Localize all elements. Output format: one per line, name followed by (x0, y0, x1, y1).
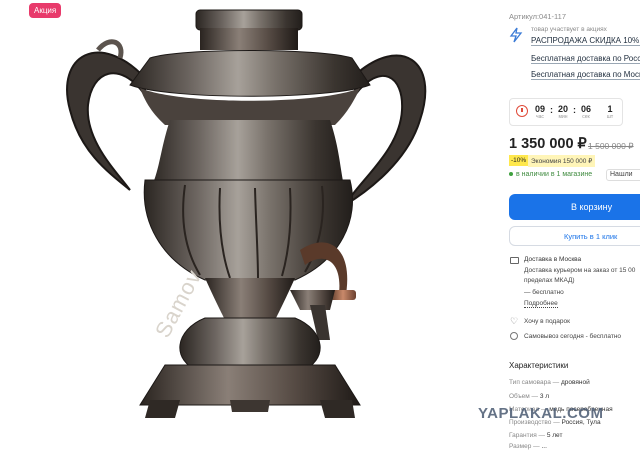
timer-separator: : (550, 105, 553, 115)
char-value: 3 л (539, 393, 550, 400)
stock-status[interactable]: в наличии в 1 магазине (509, 171, 592, 178)
found-cheaper-button[interactable]: Нашли (606, 169, 640, 181)
delivery-title: Доставка в Москва (524, 256, 582, 263)
timer-seconds: 06 сек (578, 104, 594, 120)
char-name: Объем (509, 393, 530, 400)
add-to-cart-button[interactable]: В корзину (509, 194, 640, 220)
char-name: Гарантия (509, 432, 537, 439)
timer-hours-label: час (536, 114, 544, 120)
site-watermark: YAPLAKAL.COM (478, 405, 604, 422)
gift-link[interactable]: Хочу в подарок (524, 317, 570, 326)
char-name: Тип самовара (509, 379, 551, 386)
heart-icon: ♡ (510, 316, 519, 326)
promo-hint: товар участвует в акциях (531, 26, 607, 33)
saving-badge: Экономия 150 000 ₽ (528, 155, 596, 167)
characteristics-title: Характеристики (509, 361, 569, 370)
char-value: ... (541, 443, 547, 450)
delivery-line2: пределах МКАД) (524, 277, 575, 284)
pickup-info: Самовывоз сегодня - бесплатно (524, 333, 622, 340)
product-photo[interactable]: Samov Акция (0, 0, 500, 448)
timer-seconds-value: 06 (580, 104, 591, 114)
promo-link-sale[interactable]: РАСПРОДАЖА СКИДКА 10%! (531, 36, 640, 46)
char-row: Тип самовара — дровяной (509, 379, 590, 386)
delivery-more-wrap: Подробнее (524, 299, 558, 308)
sale-badge: Акция (29, 3, 62, 18)
buy-one-click-button[interactable]: Купить в 1 клик (509, 226, 640, 246)
stock-dot-icon (509, 172, 513, 177)
clock-icon (516, 105, 528, 117)
timer-hours-value: 09 (534, 104, 545, 114)
lightning-icon (509, 27, 523, 43)
char-value: дровяной (560, 379, 590, 386)
article-number: Артикул:041-117 (509, 12, 567, 21)
promo-link-russia[interactable]: Бесплатная доставка по Росс (531, 54, 640, 64)
timer-hours: 09 час (532, 104, 548, 120)
timer-quantity-label: шт (606, 114, 614, 120)
location-icon (510, 332, 518, 340)
current-price: 1 350 000 ₽ (509, 136, 587, 152)
countdown-timer: 09 час : 20 мин : 06 сек 1 шт (509, 98, 623, 126)
char-row: Гарантия — 5 лет (509, 432, 563, 439)
timer-minutes-label: мин (558, 114, 568, 120)
discount-badge: -10% (509, 155, 529, 166)
samovar-image (66, 9, 427, 418)
timer-minutes: 20 мин (555, 104, 571, 120)
stock-label: в наличии в 1 магазине (516, 171, 593, 178)
char-row: Размер — ... (509, 443, 547, 450)
timer-quantity: 1 шт (602, 104, 618, 120)
timer-quantity-value: 1 (607, 104, 613, 114)
delivery-line3: — бесплатно (524, 289, 564, 296)
product-info-panel: Артикул:041-117 товар участвует в акциях… (500, 0, 640, 450)
truck-icon (510, 257, 519, 264)
timer-seconds-label: сек (582, 114, 590, 120)
char-value: 5 лет (546, 432, 563, 439)
delivery-more-link[interactable]: Подробнее (524, 300, 558, 308)
timer-separator: : (573, 105, 576, 115)
delivery-line1: Доставка курьером на заказ от 15 00 (524, 267, 636, 274)
promo-link-moscow[interactable]: Бесплатная доставка по Моск (531, 70, 640, 80)
char-row: Объем — 3 л (509, 393, 550, 400)
old-price: 1 500 000 ₽ (588, 141, 634, 151)
char-name: Размер (509, 443, 532, 450)
timer-minutes-value: 20 (557, 104, 568, 114)
